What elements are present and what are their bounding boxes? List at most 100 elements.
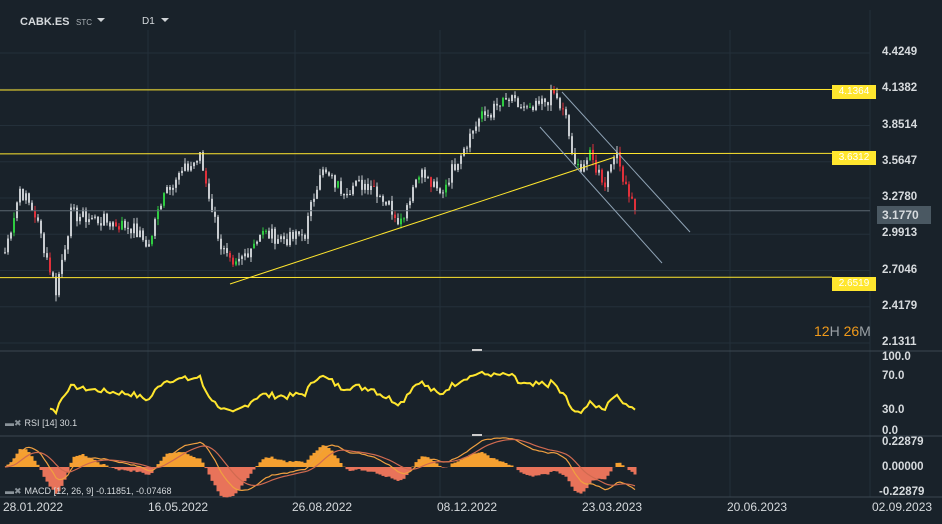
candle-body	[49, 257, 51, 273]
candle-body	[163, 193, 165, 206]
candle-body	[310, 201, 312, 217]
settings-icon[interactable]: ▬✖	[5, 418, 22, 428]
candle-body	[484, 111, 486, 116]
candle-body	[28, 193, 30, 203]
candle-body	[493, 103, 495, 118]
candle-body	[94, 216, 96, 218]
candle-body	[439, 188, 441, 194]
macd-histogram-bar	[465, 457, 469, 467]
rsi-axis-label: 70.0	[882, 370, 905, 382]
candle-body	[337, 181, 339, 188]
candle-body	[379, 196, 381, 198]
date-label: 16.05.2022	[148, 500, 209, 514]
candle-body	[556, 93, 558, 99]
current-price-tag: 3.1770	[877, 206, 931, 224]
candle-body	[634, 198, 636, 211]
candle-body	[517, 98, 519, 108]
candle-body	[502, 98, 504, 107]
candle-body	[520, 107, 522, 109]
candle-body	[544, 98, 546, 103]
macd-histogram-bar	[348, 467, 352, 471]
candle-body	[532, 106, 534, 110]
candle-body	[562, 108, 564, 110]
macd-histogram-bar	[627, 467, 631, 471]
candle-body	[421, 169, 423, 178]
macd-histogram-bar	[246, 467, 250, 479]
candle-body	[211, 198, 213, 212]
candle-body	[397, 218, 399, 225]
candle-body	[409, 201, 411, 206]
macd-histogram-bar	[558, 467, 562, 474]
candle-body	[112, 222, 114, 227]
candle-body	[226, 248, 228, 253]
candle-body	[148, 244, 150, 247]
candle-body	[613, 158, 615, 165]
candle-body	[538, 100, 540, 104]
macd-histogram-bar	[576, 467, 580, 493]
candle-body	[121, 220, 123, 230]
settings-icon[interactable]: ▬✖	[5, 486, 22, 496]
price-axis-label: 2.4179	[882, 299, 918, 312]
candle-body	[406, 205, 408, 219]
candle-body	[469, 133, 471, 148]
candle-body	[187, 163, 189, 171]
candle-body	[328, 172, 330, 176]
candle-body	[391, 200, 393, 215]
macd-histogram-bar	[537, 467, 541, 476]
price-axis-label: 3.5647	[882, 154, 918, 167]
price-axis-label: 3.8514	[882, 118, 918, 131]
candle-body	[367, 183, 369, 191]
horizontal-level-line	[0, 276, 833, 279]
candle-body	[430, 177, 432, 187]
macd-histogram-bar	[129, 467, 133, 472]
candle-body	[505, 98, 507, 100]
candle-body	[61, 259, 63, 274]
macd-histogram-bar	[210, 467, 214, 481]
candle-body	[451, 164, 453, 183]
macd-histogram-bar	[273, 458, 277, 467]
candle-body	[592, 149, 594, 160]
candle-body	[325, 169, 327, 173]
candle-body	[622, 166, 624, 182]
macd-legend: ▬✖ MACD [12, 26, 9] -0.11851, -0.07468	[5, 486, 172, 496]
macd-histogram-bar	[564, 467, 568, 477]
candle-body	[76, 207, 78, 222]
candle-body	[220, 238, 222, 250]
macd-histogram-bar	[333, 455, 337, 467]
price-chart[interactable]	[0, 0, 942, 524]
candle-body	[322, 169, 324, 176]
macd-histogram-bar	[297, 461, 301, 467]
candle-body	[415, 179, 417, 188]
candle-body	[349, 193, 351, 195]
candle-body	[259, 234, 261, 242]
candle-body	[508, 99, 510, 102]
candle-body	[223, 248, 225, 250]
macd-histogram-bar	[294, 460, 298, 467]
macd-histogram-bar	[618, 462, 622, 467]
macd-histogram-bar	[195, 458, 199, 467]
macd-histogram-bar	[441, 467, 445, 468]
candle-body	[238, 258, 240, 262]
candle-body	[142, 230, 144, 240]
candle-body	[595, 159, 597, 173]
date-label: 28.01.2022	[3, 500, 64, 514]
macd-histogram-bar	[117, 467, 121, 471]
candle-body	[88, 219, 90, 223]
candle-body	[25, 193, 27, 201]
candle-body	[265, 230, 267, 232]
candle-body	[196, 160, 198, 163]
candle-body	[454, 164, 456, 170]
macd-histogram-bar	[75, 455, 79, 467]
candle-body	[625, 181, 627, 185]
candle-body	[490, 114, 492, 118]
candle-body	[460, 155, 462, 164]
macd-histogram-bar	[69, 462, 73, 467]
candle-body	[133, 223, 135, 234]
candle-body	[205, 170, 207, 184]
candle-body	[298, 231, 300, 235]
macd-histogram-bar	[327, 448, 331, 467]
candle-body	[424, 169, 426, 178]
candle-body	[604, 182, 606, 188]
macd-histogram-bar	[216, 467, 220, 492]
macd-histogram-bar	[255, 465, 259, 467]
